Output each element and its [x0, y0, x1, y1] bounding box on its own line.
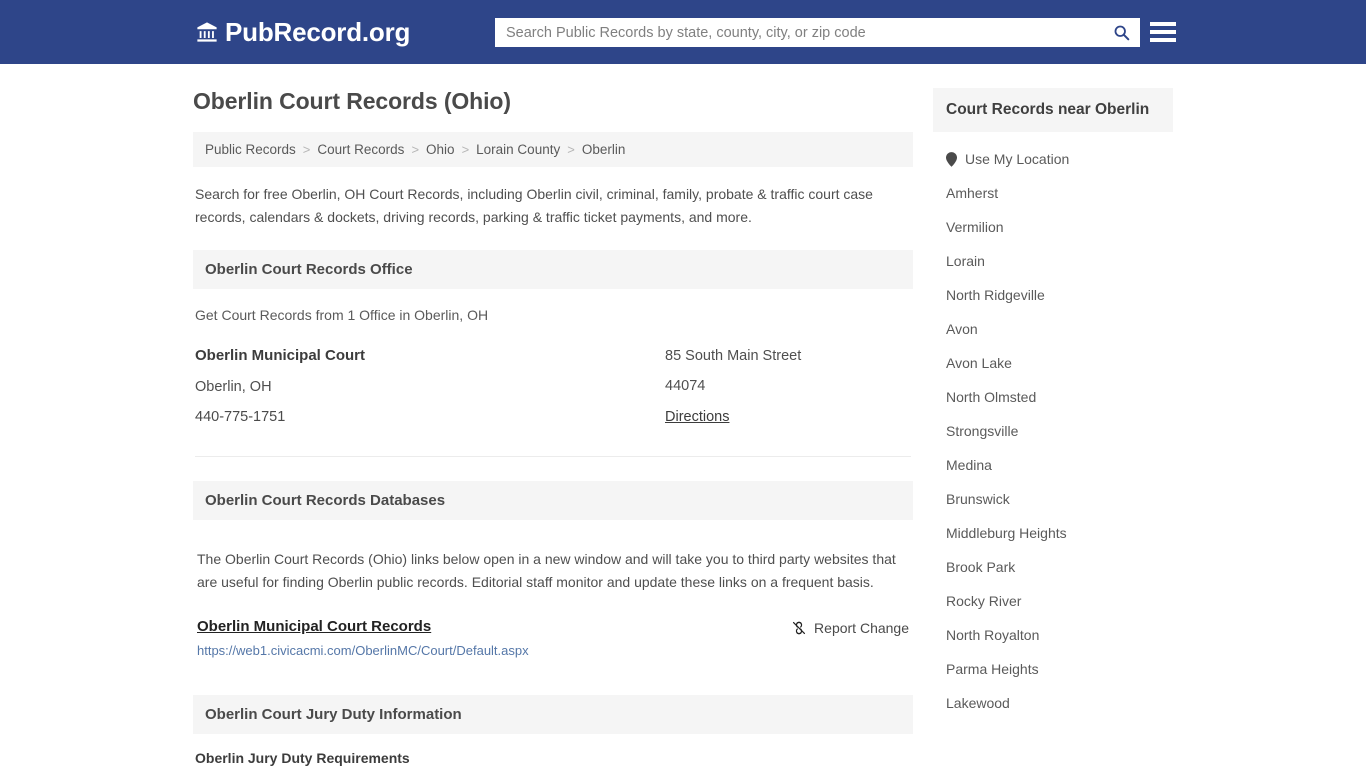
sidebar-item-avon-lake[interactable]: Avon Lake [933, 346, 1173, 380]
bank-building-icon [197, 22, 217, 42]
report-change-label: Report Change [814, 619, 909, 636]
sidebar-item-label: Avon Lake [946, 355, 1012, 371]
sidebar-item-label: Strongsville [946, 423, 1019, 439]
databases-description: The Oberlin Court Records (Ohio) links b… [197, 551, 896, 591]
sidebar-item-label: North Olmsted [946, 389, 1037, 405]
unlink-icon [793, 621, 806, 634]
database-link-url[interactable]: https://web1.civicacmi.com/OberlinMC/Cou… [197, 643, 529, 658]
search-icon [1114, 25, 1129, 41]
breadcrumb-separator-icon: > [411, 142, 420, 157]
sidebar-item-label: Middleburg Heights [946, 525, 1067, 541]
office-count-note: Get Court Records from 1 Office in Oberl… [195, 307, 489, 324]
page-intro-text: Search for free Oberlin, OH Court Record… [195, 186, 873, 225]
sidebar-item-label: Rocky River [946, 593, 1022, 609]
sidebar-item-middleburg-heights[interactable]: Middleburg Heights [933, 516, 1173, 550]
database-entry-row: Oberlin Municipal Court Records https://… [195, 618, 911, 658]
sidebar-item-label: Vermilion [946, 219, 1004, 235]
sidebar-item-parma-heights[interactable]: Parma Heights [933, 652, 1173, 686]
sidebar-item-label: Brook Park [946, 559, 1016, 575]
breadcrumb-item-court-records[interactable]: Court Records [317, 142, 404, 157]
jury-section-body: Oberlin Jury Duty Requirements Convicted… [193, 734, 913, 768]
sidebar-heading: Court Records near Oberlin [933, 88, 1173, 132]
directions-link[interactable]: Directions [665, 409, 729, 425]
map-pin-icon [946, 151, 957, 167]
office-section-body: Get Court Records from 1 Office in Oberl… [193, 289, 913, 458]
sidebar-item-label: Lorain [946, 253, 985, 269]
sidebar-item-label: North Royalton [946, 627, 1040, 643]
search-bar[interactable] [495, 18, 1140, 47]
sidebar-item-label: Amherst [946, 185, 999, 201]
sidebar-item-label: Lakewood [946, 695, 1010, 711]
sidebar-item-north-olmsted[interactable]: North Olmsted [933, 380, 1173, 414]
breadcrumb: Public Records > Court Records > Ohio > … [193, 132, 913, 167]
hamburger-menu-icon[interactable] [1150, 20, 1176, 44]
office-phone: 440-775-1751 [195, 409, 286, 426]
office-street: 85 South Main Street [665, 348, 802, 365]
hamburger-bar [1150, 30, 1176, 34]
office-zip: 44074 [665, 378, 706, 395]
office-name: Oberlin Municipal Court [195, 347, 366, 365]
breadcrumb-separator-icon: > [461, 142, 470, 157]
sidebar-item-strongsville[interactable]: Strongsville [933, 414, 1173, 448]
office-card-left: Oberlin Municipal Court Oberlin, OH 440-… [195, 347, 665, 438]
breadcrumb-item-public-records[interactable]: Public Records [205, 142, 296, 157]
site-header: PubRecord.org [0, 0, 1366, 64]
jury-section-heading: Oberlin Court Jury Duty Information [193, 694, 913, 734]
sidebar: Court Records near Oberlin Use My Locati… [933, 88, 1173, 720]
page-title: Oberlin Court Records (Ohio) [193, 88, 511, 114]
sidebar-item-lakewood[interactable]: Lakewood [933, 686, 1173, 720]
sidebar-item-label: Avon [946, 321, 978, 337]
database-entry: Oberlin Municipal Court Records https://… [197, 618, 529, 658]
sidebar-item-north-royalton[interactable]: North Royalton [933, 618, 1173, 652]
search-input[interactable] [496, 19, 1103, 46]
sidebar-item-rocky-river[interactable]: Rocky River [933, 584, 1173, 618]
office-card: Oberlin Municipal Court Oberlin, OH 440-… [195, 347, 911, 458]
office-section-heading: Oberlin Court Records Office [193, 250, 913, 290]
sidebar-item-label: North Ridgeville [946, 287, 1045, 303]
search-submit-button[interactable] [1103, 19, 1139, 46]
hamburger-bar [1150, 22, 1176, 26]
jury-requirements-subheading: Oberlin Jury Duty Requirements [195, 749, 410, 766]
site-logo-text: PubRecord.org [225, 17, 411, 47]
sidebar-item-amherst[interactable]: Amherst [933, 176, 1173, 210]
sidebar-item-use-my-location[interactable]: Use My Location [933, 142, 1173, 176]
breadcrumb-item-lorain-county[interactable]: Lorain County [476, 142, 560, 157]
sidebar-item-label: Brunswick [946, 491, 1010, 507]
sidebar-item-brunswick[interactable]: Brunswick [933, 482, 1173, 516]
breadcrumb-separator-icon: > [567, 142, 575, 157]
site-logo-link[interactable]: PubRecord.org [196, 19, 410, 45]
sidebar-item-label: Medina [946, 457, 992, 473]
report-change-button[interactable]: Report Change [791, 618, 909, 636]
sidebar-item-north-ridgeville[interactable]: North Ridgeville [933, 278, 1173, 312]
hamburger-bar [1150, 38, 1176, 42]
sidebar-item-brook-park[interactable]: Brook Park [933, 550, 1173, 584]
database-link-title[interactable]: Oberlin Municipal Court Records [197, 618, 529, 635]
sidebar-item-lorain[interactable]: Lorain [933, 244, 1173, 278]
office-city-state: Oberlin, OH [195, 379, 272, 396]
sidebar-city-list: Use My Location Amherst Vermilion Lorain… [933, 132, 1173, 720]
page-body: Oberlin Court Records (Ohio) Public Reco… [0, 64, 1366, 768]
breadcrumb-item-oberlin[interactable]: Oberlin [582, 142, 626, 157]
content-container: Oberlin Court Records (Ohio) Public Reco… [193, 64, 1173, 768]
databases-section-heading: Oberlin Court Records Databases [193, 481, 913, 521]
breadcrumb-separator-icon: > [302, 142, 311, 157]
breadcrumb-item-ohio[interactable]: Ohio [426, 142, 455, 157]
sidebar-item-label: Parma Heights [946, 661, 1039, 677]
office-card-right: 85 South Main Street 44074 Directions [665, 347, 911, 438]
databases-section-body: The Oberlin Court Records (Ohio) links b… [193, 520, 913, 657]
sidebar-item-vermilion[interactable]: Vermilion [933, 210, 1173, 244]
sidebar-item-medina[interactable]: Medina [933, 448, 1173, 482]
sidebar-item-avon[interactable]: Avon [933, 312, 1173, 346]
main-content: Oberlin Court Records (Ohio) Public Reco… [193, 88, 913, 768]
sidebar-item-label: Use My Location [965, 151, 1070, 167]
